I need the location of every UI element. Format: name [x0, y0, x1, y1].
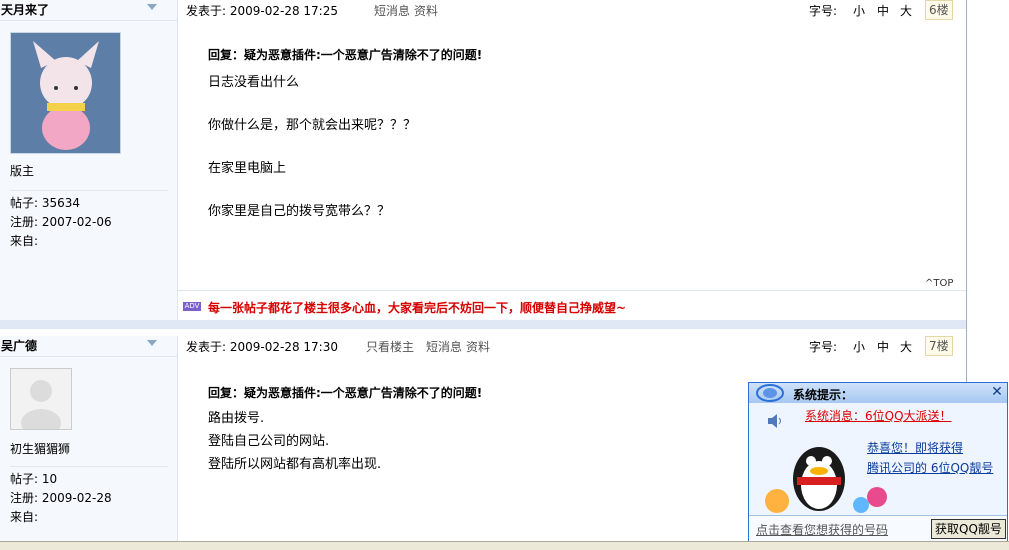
- speaker-icon: [768, 414, 781, 428]
- close-icon[interactable]: ✕: [990, 385, 1004, 399]
- user-rank: 初生猸猸狮: [10, 442, 71, 456]
- post-line: 你家里是自己的拨号宽带么？？: [208, 204, 391, 219]
- author-header: 天月来了: [0, 0, 177, 21]
- profile-link[interactable]: 资料: [466, 338, 490, 355]
- popup-footer: 点击查看您想获得的号码 获取QQ靓号: [749, 515, 1007, 541]
- popup-title: 系统提示：: [793, 388, 854, 402]
- post-line: 登陆所以网站都有高机率出现.: [208, 457, 382, 472]
- author-header: 吴广德: [0, 336, 177, 357]
- font-medium-button[interactable]: 中: [877, 2, 889, 19]
- signature-text[interactable]: 每一张帖子都花了楼主很多心血，大家看完后不妨回一下，顺便替自己挣威望~: [208, 299, 626, 316]
- promo-line-1[interactable]: 恭喜您！即将获得: [867, 439, 963, 456]
- font-small-button[interactable]: 小: [853, 2, 865, 19]
- font-large-button[interactable]: 大: [900, 338, 912, 355]
- author-name[interactable]: 天月来了: [1, 1, 49, 18]
- avatar-cat-girl-image: [11, 33, 120, 153]
- author-panel: 吴广德 初生猸猸狮 帖子: 10 注册: 2009-02-28 来自:: [0, 336, 178, 549]
- floor-badge: 6楼: [925, 0, 953, 20]
- post-line: 你做什么是，那个就会出来呢？？？: [208, 118, 417, 133]
- font-small-button[interactable]: 小: [853, 338, 865, 355]
- avatar[interactable]: [10, 32, 121, 154]
- post-time: 发表于: 2009-02-28 17:25: [186, 4, 338, 18]
- user-location: 来自:: [10, 234, 39, 248]
- qq-system-popup[interactable]: 系统提示： ✕ 系统消息：6位QQ大派送！ 恭喜您！即将获得 腾讯公司的 6位Q…: [748, 382, 1008, 541]
- promo-line-2[interactable]: 腾讯公司的 6位QQ靓号: [867, 459, 993, 476]
- user-rank: 版主: [10, 164, 35, 178]
- floor-badge: 7楼: [925, 336, 953, 356]
- font-size-label: 字号:: [809, 4, 838, 18]
- post-content: 回复：疑为恶意插件:一个恶意广告清除不了的问题! 日志没看出什么 你做什么是，那…: [208, 46, 482, 219]
- pm-link[interactable]: 短消息: [426, 338, 462, 355]
- post-line: 在家里电脑上: [208, 161, 287, 176]
- post-line: 路由拨号.: [208, 411, 265, 426]
- font-large-button[interactable]: 大: [900, 2, 912, 19]
- post-line: 登陆自己公司的网站.: [208, 434, 330, 449]
- reply-title: 回复：疑为恶意插件:一个恶意广告清除不了的问题!: [208, 386, 483, 400]
- only-author-link[interactable]: 只看楼主: [366, 338, 414, 355]
- view-number-link[interactable]: 点击查看您想获得的号码: [756, 521, 888, 538]
- qq-sound-logo-icon: [756, 384, 784, 402]
- font-size-label: 字号:: [809, 340, 838, 354]
- user-stats: 帖子: 35634 注册: 2007-02-06 来自:: [10, 190, 168, 251]
- default-avatar-icon: [11, 369, 71, 429]
- author-panel: 天月来了 版主 帖子: 35634 注册: 2007-02-06 来自:: [0, 0, 178, 320]
- font-medium-button[interactable]: 中: [877, 338, 889, 355]
- post-content: 回复：疑为恶意插件:一个恶意广告清除不了的问题! 路由拨号. 登陆自己公司的网站…: [208, 382, 482, 476]
- avatar[interactable]: [10, 368, 72, 430]
- post-divider: [0, 320, 966, 329]
- register-date: 注册: 2007-02-06: [10, 215, 112, 229]
- post-count: 帖子: 35634: [10, 196, 81, 210]
- post-time: 发表于: 2009-02-28 17:30: [186, 340, 338, 354]
- chevron-down-icon[interactable]: [147, 340, 157, 346]
- chevron-down-icon[interactable]: [147, 4, 157, 10]
- user-stats: 帖子: 10 注册: 2009-02-28 来自:: [10, 466, 168, 527]
- get-qq-number-button[interactable]: 获取QQ靓号: [931, 519, 1006, 539]
- post-meta-bar: 发表于: 2009-02-28 17:30 只看楼主 短消息 资料 字号: 小 …: [178, 336, 966, 356]
- reply-title: 回复：疑为恶意插件:一个恶意广告清除不了的问题!: [208, 48, 483, 62]
- adv-icon: ADV: [183, 302, 201, 311]
- system-message-link[interactable]: 系统消息：6位QQ大派送！: [805, 407, 952, 424]
- back-to-top-link[interactable]: ^TOP: [925, 278, 953, 289]
- pm-link[interactable]: 短消息: [374, 2, 410, 19]
- post-count: 帖子: 10: [10, 472, 58, 486]
- register-date: 注册: 2009-02-28: [10, 491, 112, 505]
- post-line: 日志没看出什么: [208, 75, 300, 90]
- profile-link[interactable]: 资料: [414, 2, 438, 19]
- author-name[interactable]: 吴广德: [1, 337, 37, 354]
- post-6: 天月来了 版主 帖子: 35634 注册: 2007-02-06 来自: 发表于…: [0, 0, 966, 320]
- user-location: 来自:: [10, 510, 39, 524]
- signature-bar: ADV 每一张帖子都花了楼主很多心血，大家看完后不妨回一下，顺便替自己挣威望~: [178, 290, 966, 317]
- post-meta-bar: 发表于: 2009-02-28 17:25 短消息 资料 字号: 小 中 大 6…: [178, 0, 966, 20]
- popup-header: 系统提示： ✕: [749, 383, 1007, 403]
